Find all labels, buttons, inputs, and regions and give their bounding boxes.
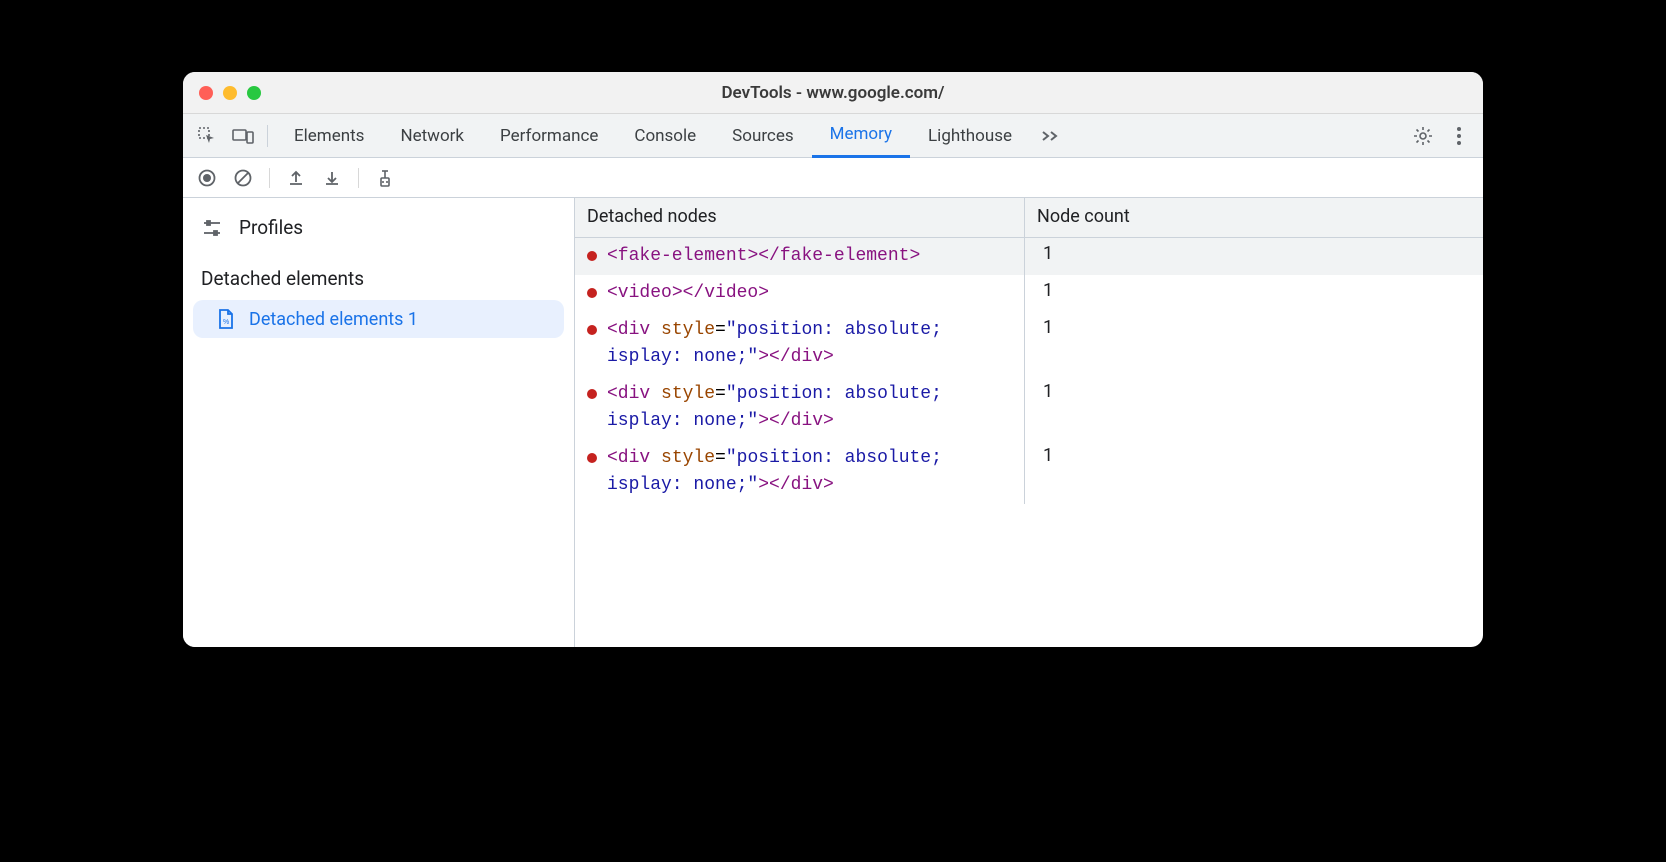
tabs-container: ElementsNetworkPerformanceConsoleSources… [276,114,1030,158]
node-count-cell: 1 [1025,275,1483,312]
devtools-tabbar: ElementsNetworkPerformanceConsoleSources… [183,114,1483,158]
node-count-cell: 1 [1025,440,1483,504]
svg-text:%: % [223,319,229,326]
node-markup: <fake-element></fake-element> [607,243,920,270]
detached-node-cell: <video></video> [575,275,1025,312]
node-markup: <div style="position: absolute; isplay: … [607,445,1012,499]
main-panel: Detached nodes Node count <fake-element>… [575,198,1483,647]
bullet-icon [587,389,597,399]
node-markup: <video></video> [607,280,769,307]
settings-icon[interactable] [1407,120,1439,152]
tab-network[interactable]: Network [382,114,482,158]
traffic-lights [199,86,261,100]
record-icon[interactable] [193,164,221,192]
tab-console[interactable]: Console [616,114,714,158]
profiles-row[interactable]: Profiles [183,208,574,247]
tab-lighthouse[interactable]: Lighthouse [910,114,1030,158]
collect-garbage-icon[interactable] [371,164,399,192]
bullet-icon [587,325,597,335]
detached-elements-item[interactable]: % Detached elements 1 [193,300,564,338]
table-row[interactable]: <video></video> 1 [575,275,1483,312]
node-count-cell: 1 [1025,312,1483,376]
table-body: <fake-element></fake-element>1<video></v… [575,238,1483,647]
divider [267,125,268,147]
profiles-label: Profiles [239,216,303,239]
minimize-button[interactable] [223,86,237,100]
table-row[interactable]: <div style="position: absolute; isplay: … [575,312,1483,376]
device-toolbar-icon[interactable] [227,120,259,152]
sidebar: Profiles Detached elements % Detached el… [183,198,575,647]
titlebar: DevTools - www.google.com/ [183,72,1483,114]
node-markup: <div style="position: absolute; isplay: … [607,317,1012,371]
bullet-icon [587,288,597,298]
column-node-count[interactable]: Node count [1025,198,1483,237]
table-row[interactable]: <div style="position: absolute; isplay: … [575,440,1483,504]
table-row[interactable]: <fake-element></fake-element> 1 [575,238,1483,275]
node-count-cell: 1 [1025,238,1483,275]
sidebar-item-label: Detached elements 1 [249,309,418,330]
column-detached-nodes[interactable]: Detached nodes [575,198,1025,237]
node-markup: <div style="position: absolute; isplay: … [607,381,1012,435]
tab-performance[interactable]: Performance [482,114,616,158]
maximize-button[interactable] [247,86,261,100]
more-tabs-icon[interactable] [1034,120,1066,152]
detached-elements-heading: Detached elements [183,247,574,296]
more-icon[interactable] [1443,120,1475,152]
tab-sources[interactable]: Sources [714,114,811,158]
load-profile-icon[interactable] [282,164,310,192]
bullet-icon [587,251,597,261]
window-title: DevTools - www.google.com/ [183,83,1483,103]
save-profile-icon[interactable] [318,164,346,192]
bullet-icon [587,453,597,463]
detached-node-cell: <fake-element></fake-element> [575,238,1025,275]
divider [358,168,359,188]
close-button[interactable] [199,86,213,100]
detached-node-cell: <div style="position: absolute; isplay: … [575,440,1025,504]
detached-node-cell: <div style="position: absolute; isplay: … [575,376,1025,440]
table-header: Detached nodes Node count [575,198,1483,238]
node-count-cell: 1 [1025,376,1483,440]
tab-elements[interactable]: Elements [276,114,382,158]
tab-memory[interactable]: Memory [812,114,910,158]
sliders-icon [201,217,223,239]
inspect-element-icon[interactable] [191,120,223,152]
document-icon: % [217,308,235,330]
table-row[interactable]: <div style="position: absolute; isplay: … [575,376,1483,440]
content: Profiles Detached elements % Detached el… [183,198,1483,647]
divider [269,168,270,188]
devtools-window: DevTools - www.google.com/ ElementsNetwo… [183,72,1483,647]
memory-toolbar [183,158,1483,198]
clear-icon[interactable] [229,164,257,192]
detached-node-cell: <div style="position: absolute; isplay: … [575,312,1025,376]
